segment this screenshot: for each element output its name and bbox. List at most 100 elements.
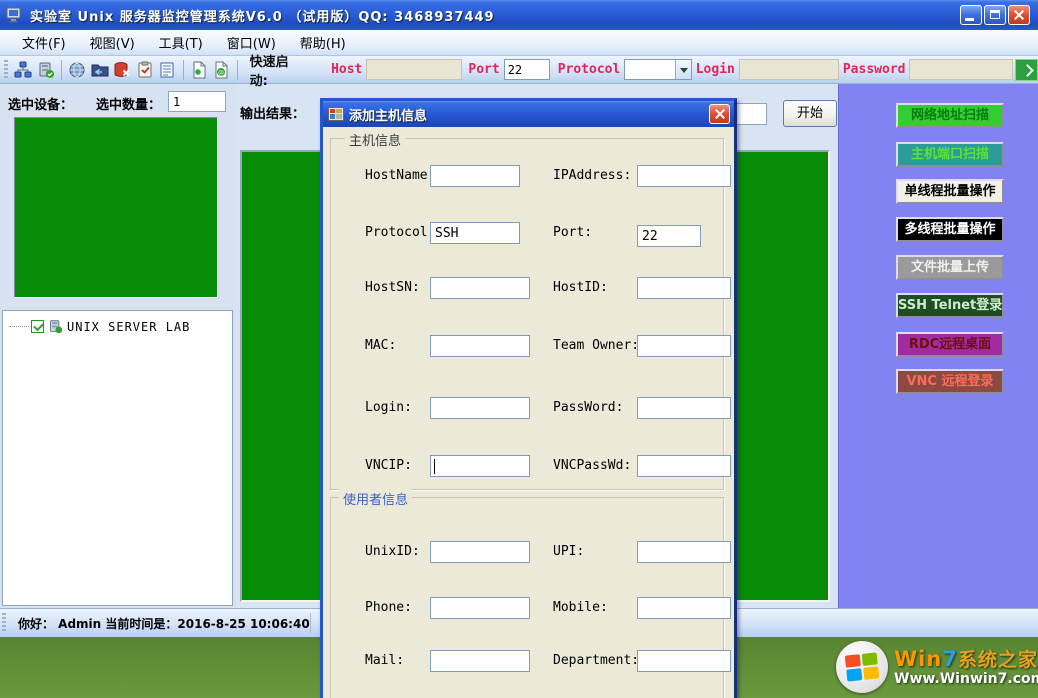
brand-site: Www.Winwin7.com xyxy=(894,671,1038,687)
protocol-field-input[interactable] xyxy=(430,222,520,244)
host-label: Host xyxy=(331,62,362,77)
maximize-button[interactable] xyxy=(984,5,1006,25)
mobile-label: Mobile: xyxy=(553,597,608,619)
dialog-close-button[interactable] xyxy=(709,104,730,124)
protocol-field-label: Protocol: xyxy=(365,222,435,244)
quick-launch-label: 快速启动: xyxy=(250,51,303,89)
text-caret xyxy=(434,459,435,474)
svg-text:@: @ xyxy=(218,69,224,76)
host-info-group-label: 主机信息 xyxy=(345,130,405,149)
chevron-down-icon[interactable] xyxy=(675,60,691,79)
server-add-icon[interactable] xyxy=(35,59,56,81)
brand-title: Win7系统之家 xyxy=(894,648,1038,671)
selected-count-label: 选中数量： xyxy=(96,94,161,113)
upi-input[interactable] xyxy=(637,541,731,563)
minimize-icon xyxy=(965,18,974,21)
upi-label: UPI: xyxy=(553,541,584,563)
login-field-input[interactable] xyxy=(430,397,530,419)
add-host-dialog: 添加主机信息 主机信息 使用者信息 HostName: IPAddress: P… xyxy=(320,98,737,698)
statusbar-grip xyxy=(2,613,6,633)
port-input[interactable] xyxy=(504,59,550,80)
report-icon[interactable] xyxy=(157,59,178,81)
mac-input[interactable] xyxy=(430,335,530,357)
task-check-icon[interactable] xyxy=(134,59,155,81)
hostsn-input[interactable] xyxy=(430,277,530,299)
multi-thread-batch-button[interactable]: 多线程批量操作 xyxy=(896,217,1004,242)
port-field-input[interactable] xyxy=(637,225,701,247)
desktop-wallpaper: 实验室 Unix 服务器监控管理系统V6.0 （试用版）QQ: 34689374… xyxy=(0,0,1038,698)
team-owner-label: Team Owner: xyxy=(553,335,639,357)
globe-icon[interactable] xyxy=(67,59,88,81)
password-field-label: PassWord: xyxy=(553,397,623,419)
selected-count-field[interactable] xyxy=(168,91,226,112)
department-label: Department: xyxy=(553,650,639,672)
tree-item-checkbox[interactable] xyxy=(31,320,44,333)
ipaddress-label: IPAddress: xyxy=(553,165,631,187)
single-thread-batch-button[interactable]: 单线程批量操作 xyxy=(896,179,1004,204)
dialog-icon xyxy=(328,107,344,121)
protocol-label: Protocol xyxy=(558,62,621,77)
mobile-input[interactable] xyxy=(637,597,731,619)
vnc-remote-login-button[interactable]: VNC 远程登录 xyxy=(896,369,1004,394)
hostid-label: HostID: xyxy=(553,277,608,299)
tree-item-unix-server-lab[interactable]: UNIX SERVER LAB xyxy=(9,319,190,334)
dialog-title: 添加主机信息 xyxy=(349,105,427,124)
network-scan-button[interactable]: 网络地址扫描 xyxy=(896,103,1004,128)
network-scan-icon[interactable] xyxy=(13,59,34,81)
phone-input[interactable] xyxy=(430,597,530,619)
selected-device-label: 选中设备： xyxy=(8,94,73,113)
team-owner-input[interactable] xyxy=(637,335,731,357)
user-info-group-label: 使用者信息 xyxy=(339,489,412,508)
menu-view[interactable]: 视图(V) xyxy=(78,30,147,55)
toolbar-grip[interactable] xyxy=(4,60,8,80)
database-delete-icon[interactable] xyxy=(112,59,133,81)
host-info-group: 主机信息 xyxy=(330,138,724,490)
quick-connect-button[interactable] xyxy=(1015,59,1038,81)
mail-label: Mail: xyxy=(365,650,404,672)
export-doc-icon[interactable]: @ xyxy=(211,59,232,81)
ssh-telnet-login-button[interactable]: SSH Telnet登录 xyxy=(896,293,1004,318)
host-input[interactable] xyxy=(366,59,462,80)
host-port-scan-button[interactable]: 主机端口扫描 xyxy=(896,142,1004,167)
vncip-label: VNCIP: xyxy=(365,455,412,477)
password-input[interactable] xyxy=(909,59,1013,80)
ipaddress-input[interactable] xyxy=(637,165,731,187)
menu-bar: 文件(F) 视图(V) 工具(T) 窗口(W) 帮助(H) xyxy=(0,30,1038,56)
department-input[interactable] xyxy=(637,650,731,672)
login-field-label: Login: xyxy=(365,397,412,419)
unixid-input[interactable] xyxy=(430,541,530,563)
close-button[interactable] xyxy=(1008,5,1030,25)
folder-back-icon[interactable] xyxy=(89,59,110,81)
minimize-button[interactable] xyxy=(960,5,982,25)
protocol-select[interactable] xyxy=(624,59,691,80)
file-batch-upload-button[interactable]: 文件批量上传 xyxy=(896,255,1004,280)
selected-device-display xyxy=(14,117,218,298)
action-panel: 网络地址扫描 主机端口扫描 单线程批量操作 多线程批量操作 文件批量上传 SSH… xyxy=(838,84,1038,608)
output-result-label: 输出结果： xyxy=(240,103,305,122)
unixid-label: UnixID: xyxy=(365,541,420,563)
vncip-input[interactable] xyxy=(430,455,530,477)
windows-logo-icon xyxy=(836,641,888,693)
toolbar-separator xyxy=(183,60,184,80)
close-icon xyxy=(714,108,726,120)
rdc-remote-desktop-button[interactable]: RDC远程桌面 xyxy=(896,332,1004,357)
tree-item-label: UNIX SERVER LAB xyxy=(67,320,190,334)
status-text: 你好： Admin 当前时间是：2016-8-25 10:06:40 xyxy=(18,615,310,632)
dialog-title-bar[interactable]: 添加主机信息 xyxy=(323,101,734,127)
port-label: Port xyxy=(468,62,499,77)
hostid-input[interactable] xyxy=(637,277,731,299)
device-tree: UNIX SERVER LAB xyxy=(2,310,233,606)
toolbar: @ 快速启动: Host Port Protocol Login Passwor… xyxy=(0,56,1038,84)
close-icon xyxy=(1013,9,1025,21)
login-input[interactable] xyxy=(739,59,839,80)
aux-input[interactable] xyxy=(733,103,767,125)
menu-tools[interactable]: 工具(T) xyxy=(147,30,215,55)
new-doc-icon[interactable] xyxy=(189,59,210,81)
menu-file[interactable]: 文件(F) xyxy=(10,30,78,55)
vncpasswd-input[interactable] xyxy=(637,455,731,477)
password-field-input[interactable] xyxy=(637,397,731,419)
login-label: Login xyxy=(696,62,735,77)
hostname-input[interactable] xyxy=(430,165,520,187)
start-button[interactable]: 开始 xyxy=(783,100,837,127)
mail-input[interactable] xyxy=(430,650,530,672)
